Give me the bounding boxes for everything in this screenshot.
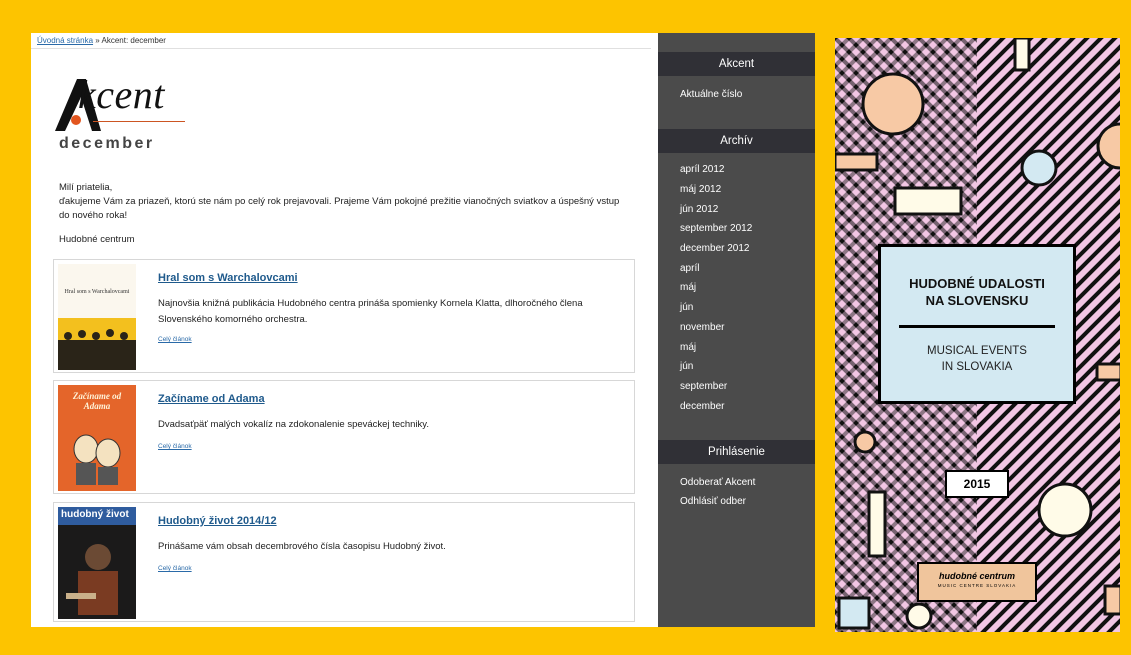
sidebar-archive-item[interactable]: apríl 2012	[680, 164, 724, 175]
sidebar-archive-item[interactable]: november	[680, 322, 724, 333]
sidebar-item-current-issue[interactable]: Aktuálne číslo	[680, 89, 742, 100]
poster-subtitle-line2: IN SLOVAKIA	[941, 361, 1013, 373]
intro-signature: Hudobné centrum	[59, 234, 135, 245]
read-more-link[interactable]: Celý článok	[158, 565, 192, 572]
sidebar-archive-item[interactable]: apríl	[680, 263, 699, 274]
cartoon-singers-icon	[73, 434, 121, 485]
thumbnail-caption: Hral som s Warchalovcami	[64, 289, 130, 295]
events-poster[interactable]: HUDOBNÉ UDALOSTI NA SLOVENSKU MUSICAL EV…	[835, 38, 1120, 632]
read-more-link[interactable]: Celý článok	[158, 336, 192, 343]
poster-title-line1: HUDOBNÉ UDALOSTI	[909, 276, 1045, 291]
intro-greeting: Milí priatelia,	[59, 182, 113, 193]
sidebar-heading-akcent: Akcent	[658, 52, 815, 76]
sidebar-archive-item[interactable]: máj	[680, 342, 696, 353]
article-card: Hral som s Warchalovcami Hral som s Warc…	[53, 259, 635, 373]
magazine-masthead: hudobný život	[58, 507, 136, 525]
article-thumbnail[interactable]: Hral som s Warchalovcami	[58, 264, 136, 370]
sidebar-archive-item[interactable]: december	[680, 401, 724, 412]
read-more-link[interactable]: Celý článok	[158, 443, 192, 450]
sidebar-archive-item[interactable]: máj	[680, 282, 696, 293]
article-card: hudobný život Hudobný život 2014/12 Prin…	[53, 502, 635, 622]
sidebar-archive-item[interactable]: jún	[680, 302, 693, 313]
breadcrumb: Úvodná stránka » Akcent: december	[37, 36, 166, 45]
breadcrumb-divider	[31, 48, 651, 49]
article-title-link[interactable]: Hral som s Warchalovcami	[158, 272, 298, 284]
article-thumbnail[interactable]: Začíname od Adama	[58, 385, 136, 491]
poster-divider	[899, 325, 1055, 328]
sidebar-archive-item[interactable]: september 2012	[680, 223, 752, 234]
issue-title: december	[59, 135, 155, 152]
akcent-logo-text: kcent	[78, 72, 165, 117]
sidebar-heading-login: Prihlásenie	[658, 440, 815, 464]
article-title-link[interactable]: Začíname od Adama	[158, 393, 265, 405]
poster-year-badge: 2015	[945, 470, 1009, 498]
sidebar-archive-item[interactable]: jún 2012	[680, 204, 718, 215]
sidebar-archive-item[interactable]: september	[680, 381, 727, 392]
poster-title-line2: NA SLOVENSKU	[925, 293, 1029, 308]
sidebar-archive-item[interactable]: december 2012	[680, 243, 750, 254]
breadcrumb-current: Akcent: december	[101, 36, 166, 45]
sidebar-heading-archive: Archív	[658, 129, 815, 153]
intro-body: ďakujeme Vám za priazeň, ktorú ste nám p…	[59, 196, 620, 221]
article-description: Najnovšia knižná publikácia Hudobného ce…	[158, 298, 583, 325]
breadcrumb-home-link[interactable]: Úvodná stránka	[37, 36, 93, 45]
thumbnail-caption: hudobný život	[61, 509, 129, 520]
sidebar-archive-item[interactable]: jún	[680, 361, 693, 372]
thumbnail-photo	[58, 318, 136, 370]
article-description: Dvadsaťpäť malých vokalíz na zdokonaleni…	[158, 419, 429, 430]
newsletter-page: Úvodná stránka » Akcent: december kcent …	[31, 33, 658, 627]
sidebar-archive-item[interactable]: máj 2012	[680, 184, 721, 195]
article-description: Prinášame vám obsah decembrového čísla č…	[158, 541, 446, 552]
music-centre-logo-text: hudobné centrum	[939, 571, 1015, 581]
sidebar-item-subscribe[interactable]: Odoberať Akcent	[680, 477, 755, 488]
article-thumbnail[interactable]: hudobný život	[58, 507, 136, 619]
musician-portrait-icon	[66, 544, 118, 615]
sidebar-item-unsubscribe[interactable]: Odhlásiť odber	[680, 496, 746, 507]
intro-text: Milí priatelia, ďakujeme Vám za priazeň,…	[59, 181, 629, 257]
article-title-link[interactable]: Hudobný život 2014/12	[158, 515, 277, 527]
logo-underline	[93, 121, 185, 122]
poster-subtitle: MUSICAL EVENTS IN SLOVAKIA	[881, 343, 1073, 375]
orchestra-photo-icon	[58, 329, 136, 370]
poster-subtitle-line1: MUSICAL EVENTS	[927, 345, 1027, 357]
poster-title: HUDOBNÉ UDALOSTI NA SLOVENSKU	[881, 275, 1073, 309]
poster-title-box: HUDOBNÉ UDALOSTI NA SLOVENSKU MUSICAL EV…	[878, 244, 1076, 404]
sidebar: Akcent Aktuálne číslo Archív apríl 2012 …	[658, 33, 815, 627]
music-centre-logo: hudobné centrum MUSIC CENTRE SLOVAKIA	[917, 562, 1037, 602]
thumbnail-caption: Začíname od Adama	[72, 391, 122, 411]
music-centre-logo-subtitle: MUSIC CENTRE SLOVAKIA	[937, 583, 1017, 588]
article-card: Začíname od Adama Začíname od Adama Dvad…	[53, 380, 635, 494]
